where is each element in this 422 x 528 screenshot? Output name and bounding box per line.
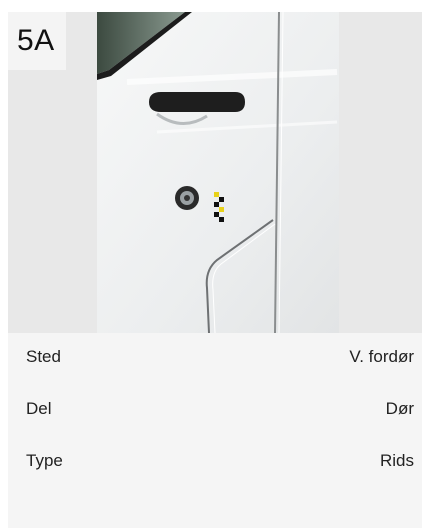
damage-card: 5A Sted V. fordør Del Dør Type Rids <box>8 12 422 528</box>
photo-area: 5A <box>8 12 422 333</box>
detail-label: Type <box>26 451 63 470</box>
detail-label: Del <box>26 399 52 418</box>
detail-row-type: Type Rids <box>8 437 422 489</box>
damage-photo[interactable] <box>97 12 339 333</box>
damage-details: Sted V. fordør Del Dør Type Rids <box>8 333 422 489</box>
detail-value: Rids <box>379 451 414 470</box>
detail-row-location: Sted V. fordør <box>8 333 422 385</box>
detail-value: Dør <box>385 399 414 418</box>
detail-value: V. fordør <box>349 347 414 366</box>
damage-id-badge: 5A <box>8 12 66 70</box>
detail-label: Sted <box>26 347 61 366</box>
detail-row-part: Del Dør <box>8 385 422 437</box>
